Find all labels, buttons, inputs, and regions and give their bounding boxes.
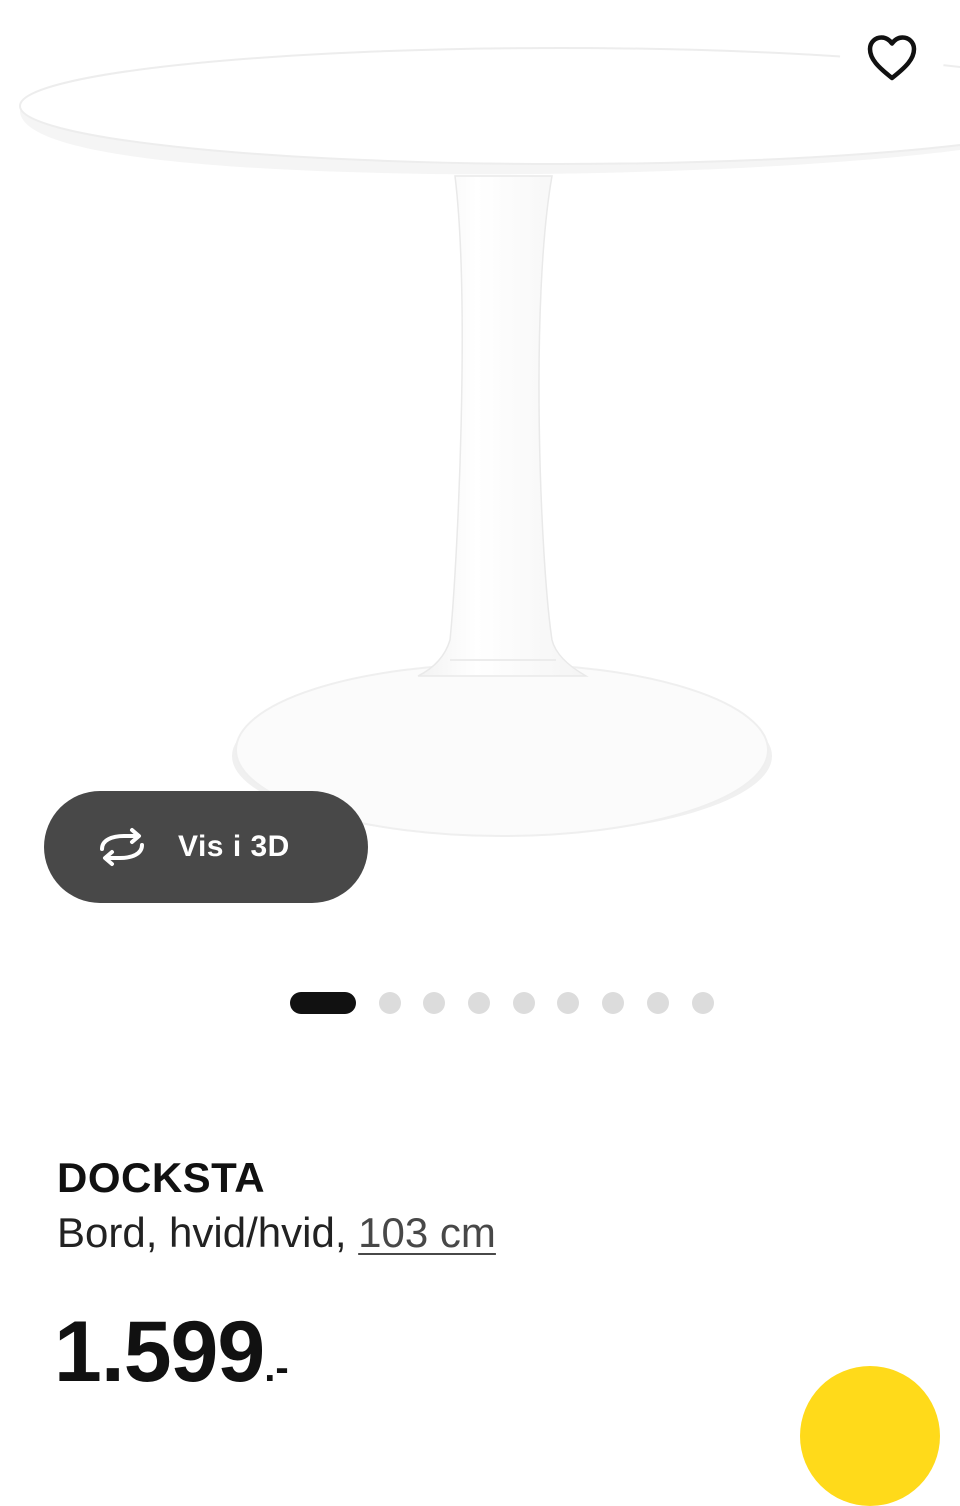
size-link[interactable]: 103 cm: [358, 1209, 496, 1256]
product-name: DOCKSTA: [57, 1154, 266, 1201]
carousel-dot-2[interactable]: [378, 992, 401, 1014]
view-3d-label: Vis i 3D: [178, 830, 290, 863]
view-3d-button[interactable]: Vis i 3D: [44, 791, 368, 903]
carousel-dot-3[interactable]: [423, 992, 446, 1014]
heart-outline-icon: [866, 34, 918, 82]
price-suffix: .-: [264, 1346, 289, 1390]
carousel-dot-4[interactable]: [468, 992, 491, 1014]
carousel-dot-5[interactable]: [512, 992, 535, 1014]
product-description: Bord, hvid/hvid, 103 cm: [57, 1206, 496, 1260]
rotate-3d-icon: [92, 827, 152, 867]
product-description-text: Bord, hvid/hvid,: [57, 1209, 359, 1256]
carousel-dot-8[interactable]: [646, 992, 669, 1014]
carousel-dot-7[interactable]: [602, 992, 625, 1014]
price-main: 1.599: [54, 1304, 265, 1400]
add-to-cart-button[interactable]: [800, 1366, 940, 1506]
product-price: 1.599.-: [54, 1304, 289, 1416]
image-carousel-indicator: [290, 992, 736, 1014]
carousel-dot-9[interactable]: [691, 992, 714, 1014]
carousel-dot-1[interactable]: [290, 992, 356, 1014]
favorite-button[interactable]: [840, 6, 944, 110]
carousel-dot-6[interactable]: [557, 992, 580, 1014]
